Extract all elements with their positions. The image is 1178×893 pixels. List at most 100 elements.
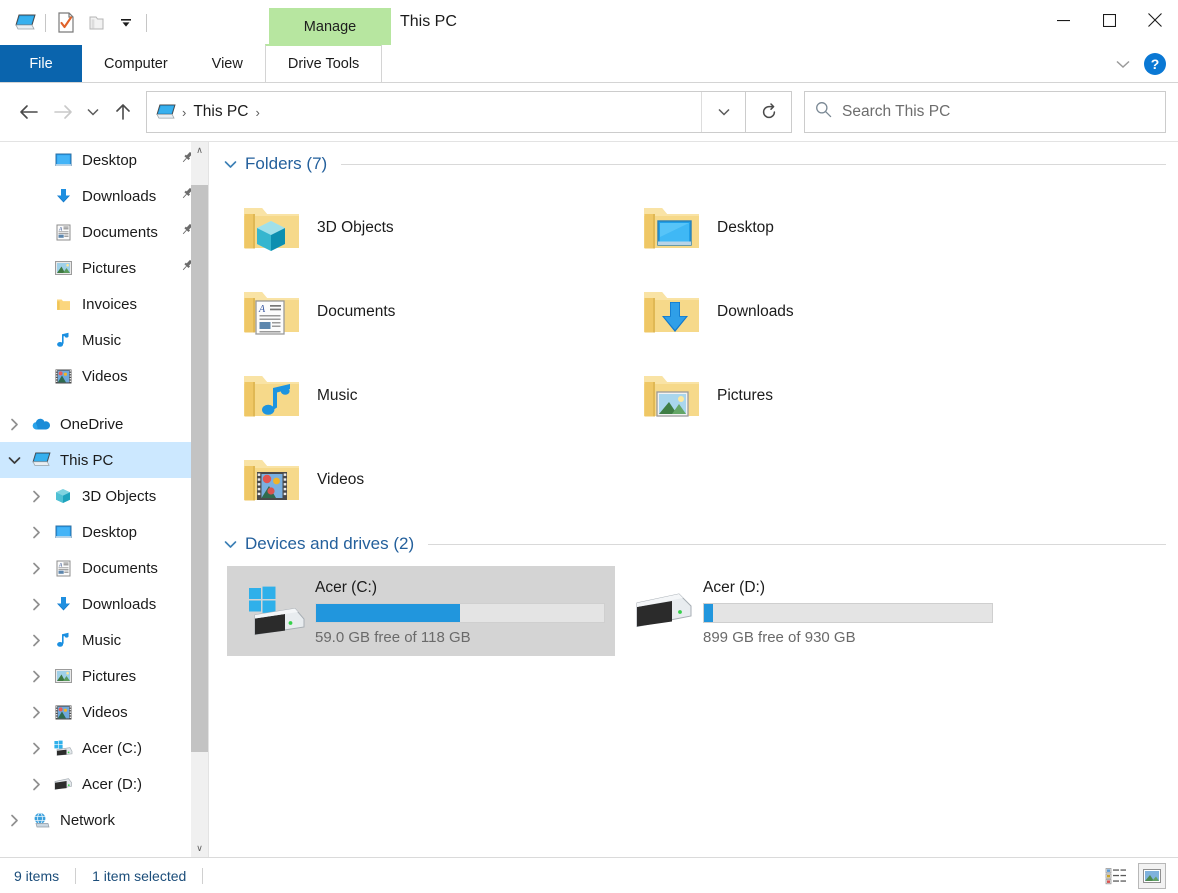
breadcrumb-separator[interactable]: › (179, 105, 189, 120)
scrollbar-thumb[interactable] (191, 185, 208, 752)
folder-documents-icon: A (235, 287, 309, 337)
folder-tile-label: Downloads (717, 303, 794, 321)
folder-downloads-icon (635, 287, 709, 337)
forward-button[interactable] (46, 95, 80, 129)
scroll-down-button[interactable]: ∨ (191, 840, 208, 857)
folder-tile[interactable]: Desktop (627, 186, 1027, 270)
sidebar-item-pictures[interactable]: Pictures (0, 250, 208, 286)
sidebar-item-videos[interactable]: Videos (0, 358, 208, 394)
folder-tile[interactable]: Music (227, 354, 627, 438)
desktop-icon (50, 525, 76, 540)
network-icon (28, 812, 54, 828)
large-icons-view-button[interactable] (1138, 863, 1166, 889)
sidebar-item-music[interactable]: Music (0, 322, 208, 358)
scroll-up-button[interactable]: ∧ (191, 142, 208, 159)
chevron-right-icon[interactable] (22, 634, 50, 647)
title-bar: Manage This PC (0, 0, 1178, 45)
close-button[interactable] (1132, 0, 1178, 40)
recent-locations-button[interactable] (80, 95, 106, 129)
drive-label: Acer (D:) (703, 579, 993, 597)
folder-tile-label: 3D Objects (317, 219, 394, 237)
chevron-down-icon[interactable] (223, 540, 237, 549)
chevron-right-icon[interactable] (22, 562, 50, 575)
drive-tile-grid: Acer (C:)59.0 GB free of 118 GB Acer (D:… (221, 566, 1166, 656)
sidebar-item-acer-c[interactable]: Acer (C:) (0, 730, 208, 766)
sidebar-item-invoices[interactable]: Invoices (0, 286, 208, 322)
back-button[interactable] (12, 95, 46, 129)
chevron-down-icon[interactable] (1110, 51, 1136, 77)
sidebar-item-documents[interactable]: ADocuments (0, 550, 208, 586)
sidebar-item-onedrive[interactable]: OneDrive (0, 406, 208, 442)
drive-tile[interactable]: Acer (C:)59.0 GB free of 118 GB (227, 566, 615, 656)
sidebar-item-label: Videos (82, 704, 128, 721)
nav-pane-scrollbar[interactable]: ∧ ∨ (191, 142, 208, 857)
tab-drive-tools[interactable]: Drive Tools (265, 44, 382, 82)
sidebar-item-documents[interactable]: ADocuments (0, 214, 208, 250)
breadcrumb-separator-trailing[interactable]: › (252, 105, 262, 120)
up-button[interactable] (106, 95, 140, 129)
group-title[interactable]: Folders (7) (245, 154, 327, 174)
tab-file[interactable]: File (0, 45, 82, 82)
folder-tile[interactable]: Pictures (627, 354, 1027, 438)
folder-tile[interactable]: Downloads (627, 270, 1027, 354)
drive-tile[interactable]: Acer (D:)899 GB free of 930 GB (615, 566, 1003, 656)
folder-tile-label: Desktop (717, 219, 774, 237)
chevron-right-icon[interactable] (22, 598, 50, 611)
group-header: Devices and drives (2) (221, 522, 1166, 566)
chevron-right-icon[interactable] (22, 706, 50, 719)
chevron-right-icon[interactable] (22, 490, 50, 503)
search-input[interactable]: Search This PC (804, 91, 1166, 133)
sidebar-item-desktop[interactable]: Desktop (0, 514, 208, 550)
breadcrumb[interactable]: › This PC › (146, 91, 746, 133)
chevron-right-icon[interactable] (22, 526, 50, 539)
minimize-button[interactable] (1040, 0, 1086, 40)
chevron-down-icon[interactable] (223, 160, 237, 169)
chevron-right-icon[interactable] (22, 778, 50, 791)
details-view-button[interactable] (1102, 863, 1130, 889)
sidebar-item-this-pc[interactable]: This PC (0, 442, 208, 478)
breadcrumb-item-this-pc[interactable]: This PC (189, 103, 252, 121)
contextual-tab-group-header: Manage (269, 8, 391, 45)
view-buttons (1102, 863, 1172, 889)
sidebar-item-label: Acer (D:) (82, 776, 142, 793)
help-button[interactable]: ? (1144, 53, 1166, 75)
chevron-right-icon[interactable] (0, 814, 28, 827)
group-title[interactable]: Devices and drives (2) (245, 534, 414, 554)
downloads-icon (50, 596, 76, 612)
chevron-right-icon[interactable] (22, 742, 50, 755)
3d-objects-icon (50, 488, 76, 504)
navigation-pane: DesktopDownloadsADocumentsPicturesInvoic… (0, 142, 208, 857)
new-folder-icon[interactable] (81, 8, 111, 38)
chevron-down-icon[interactable] (0, 456, 28, 465)
sidebar-item-acer-d[interactable]: Acer (D:) (0, 766, 208, 802)
item-count-label: 9 items (14, 868, 59, 884)
folder-tile[interactable]: A Documents (227, 270, 627, 354)
sidebar-item-label: Desktop (82, 524, 137, 541)
customize-dropdown-icon[interactable] (111, 8, 141, 38)
sidebar-item-downloads[interactable]: Downloads (0, 178, 208, 214)
sidebar-item-label: Pictures (82, 668, 136, 685)
sidebar-item-downloads[interactable]: Downloads (0, 586, 208, 622)
properties-icon[interactable] (51, 8, 81, 38)
sidebar-item-pictures[interactable]: Pictures (0, 658, 208, 694)
folder-tile[interactable]: 3D Objects (227, 186, 627, 270)
sidebar-item-music[interactable]: Music (0, 622, 208, 658)
sidebar-item-desktop[interactable]: Desktop (0, 142, 208, 178)
sidebar-item-label: Pictures (82, 260, 136, 277)
this-pc-icon[interactable] (10, 8, 40, 38)
sidebar-item-label: Invoices (82, 296, 137, 313)
maximize-button[interactable] (1086, 0, 1132, 40)
sidebar-item-network[interactable]: Network (0, 802, 208, 838)
folder-tile-grid: 3D Objects Desktop A Documents Downloads… (221, 186, 1166, 522)
folder-tile[interactable]: Videos (227, 438, 627, 522)
chevron-right-icon[interactable] (0, 418, 28, 431)
desktop-icon (50, 153, 76, 168)
refresh-button[interactable] (746, 91, 792, 133)
tab-computer[interactable]: Computer (82, 45, 190, 82)
svg-text:A: A (258, 304, 266, 315)
tab-view[interactable]: View (190, 45, 265, 82)
sidebar-item-3d-objects[interactable]: 3D Objects (0, 478, 208, 514)
sidebar-item-videos[interactable]: Videos (0, 694, 208, 730)
chevron-right-icon[interactable] (22, 670, 50, 683)
breadcrumb-dropdown-button[interactable] (701, 92, 745, 132)
